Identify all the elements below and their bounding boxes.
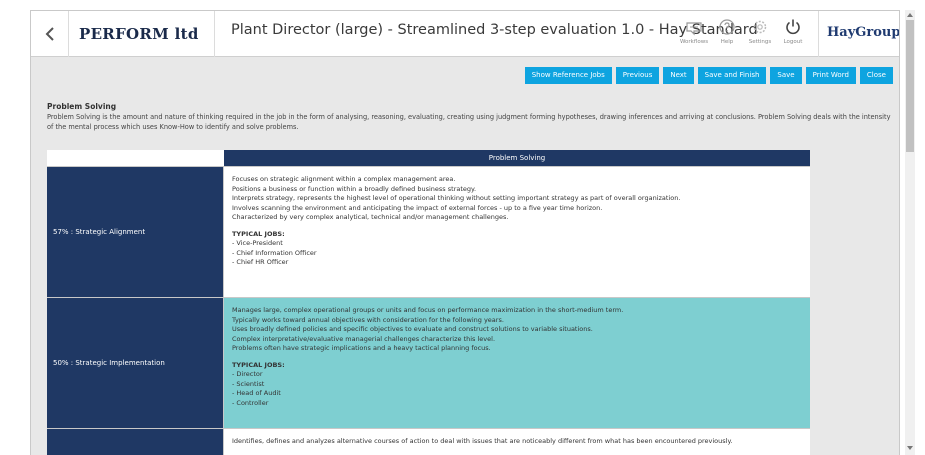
description-line: Interprets strategy, represents the high… bbox=[232, 194, 681, 202]
triangle-up-icon bbox=[907, 13, 913, 17]
level-description: Manages large, complex operational group… bbox=[224, 298, 810, 428]
save-and-finish-button[interactable]: Save and Finish bbox=[697, 67, 767, 84]
settings-button[interactable]: Settings bbox=[745, 15, 775, 55]
company-name: PERFORM ltd bbox=[79, 25, 199, 43]
typical-job: - Chief HR Officer bbox=[232, 258, 289, 266]
settings-label: Settings bbox=[748, 39, 772, 45]
workflows-icon bbox=[686, 22, 702, 36]
typical-job: - Head of Audit bbox=[232, 389, 281, 397]
back-button[interactable] bbox=[31, 11, 69, 57]
problem-solving-table: Problem Solving 57% : Strategic Alignmen… bbox=[47, 150, 810, 455]
save-button[interactable]: Save bbox=[770, 67, 802, 84]
typical-job: - Vice-President bbox=[232, 239, 283, 247]
table-header-title: Problem Solving bbox=[224, 150, 810, 166]
level-label: 50% : Strategic Implementation bbox=[47, 298, 224, 428]
typical-jobs-title: TYPICAL JOBS: bbox=[232, 229, 285, 238]
level-label: 57% : Strategic Alignment bbox=[47, 167, 224, 297]
show-reference-jobs-button[interactable]: Show Reference Jobs bbox=[524, 67, 612, 84]
print-word-button[interactable]: Print Word bbox=[805, 67, 856, 84]
description-line: Identifies, defines and analyzes alterna… bbox=[232, 437, 733, 445]
description-line: Focuses on strategic alignment within a … bbox=[232, 175, 456, 183]
typical-job: - Chief Information Officer bbox=[232, 248, 317, 257]
table-row[interactable]: 57% : Strategic Alignment Focuses on str… bbox=[47, 166, 810, 297]
app-window: PERFORM ltd Plant Director (large) - Str… bbox=[30, 10, 900, 455]
next-button[interactable]: Next bbox=[663, 67, 694, 84]
table-header: Problem Solving bbox=[47, 150, 810, 166]
level-description: Focuses on strategic alignment within a … bbox=[224, 167, 810, 297]
help-button[interactable]: Help bbox=[712, 15, 742, 55]
scroll-down-arrow[interactable] bbox=[905, 443, 915, 453]
typical-job: - Director bbox=[232, 370, 263, 378]
description-line: Characterized by very complex analytical… bbox=[232, 213, 509, 221]
typical-jobs-title: TYPICAL JOBS: bbox=[232, 360, 285, 369]
previous-button[interactable]: Previous bbox=[615, 67, 660, 84]
description-line: Uses broadly defined policies and specif… bbox=[232, 325, 593, 333]
help-label: Help bbox=[720, 39, 734, 45]
description-line: Complex interpretative/evaluative manage… bbox=[232, 334, 496, 343]
triangle-down-icon bbox=[907, 446, 913, 450]
header-divider bbox=[214, 11, 215, 57]
header-icons: Workflows Help Settings Logout bbox=[679, 15, 811, 55]
logout-label: Logout bbox=[783, 39, 803, 45]
scroll-up-arrow[interactable] bbox=[905, 10, 915, 20]
logout-button[interactable]: Logout bbox=[778, 15, 808, 55]
table-header-blank bbox=[47, 150, 224, 166]
description-line: Problems often have strategic implicatio… bbox=[232, 344, 491, 352]
workflows-button[interactable]: Workflows bbox=[679, 15, 709, 55]
typical-job: - Scientist bbox=[232, 379, 265, 388]
typical-job: - Controller bbox=[232, 398, 269, 407]
table-row-selected[interactable]: 50% : Strategic Implementation Manages l… bbox=[47, 297, 810, 428]
close-button[interactable]: Close bbox=[859, 67, 893, 84]
section-title: Problem Solving bbox=[47, 102, 117, 111]
logout-icon bbox=[786, 19, 800, 35]
toolbar: Show Reference Jobs Previous Next Save a… bbox=[521, 67, 893, 84]
logo-divider bbox=[818, 11, 819, 57]
help-icon bbox=[719, 19, 735, 35]
description-line: Manages large, complex operational group… bbox=[232, 306, 624, 314]
description-line: Typically works toward annual objectives… bbox=[232, 315, 504, 324]
level-label bbox=[47, 429, 224, 455]
description-line: Positions a business or function within … bbox=[232, 184, 477, 193]
workflows-label: Workflows bbox=[679, 39, 709, 45]
level-description: Identifies, defines and analyzes alterna… bbox=[224, 429, 810, 455]
settings-icon bbox=[753, 20, 767, 34]
app-header: PERFORM ltd Plant Director (large) - Str… bbox=[31, 11, 899, 57]
chevron-left-icon bbox=[45, 27, 54, 41]
section-description: Problem Solving is the amount and nature… bbox=[47, 113, 891, 131]
scrollbar-thumb[interactable] bbox=[906, 20, 914, 152]
table-row[interactable]: Identifies, defines and analyzes alterna… bbox=[47, 428, 810, 455]
haygroup-logo: HayGroup® bbox=[827, 25, 900, 40]
description-line: Involves scanning the environment and an… bbox=[232, 203, 603, 212]
